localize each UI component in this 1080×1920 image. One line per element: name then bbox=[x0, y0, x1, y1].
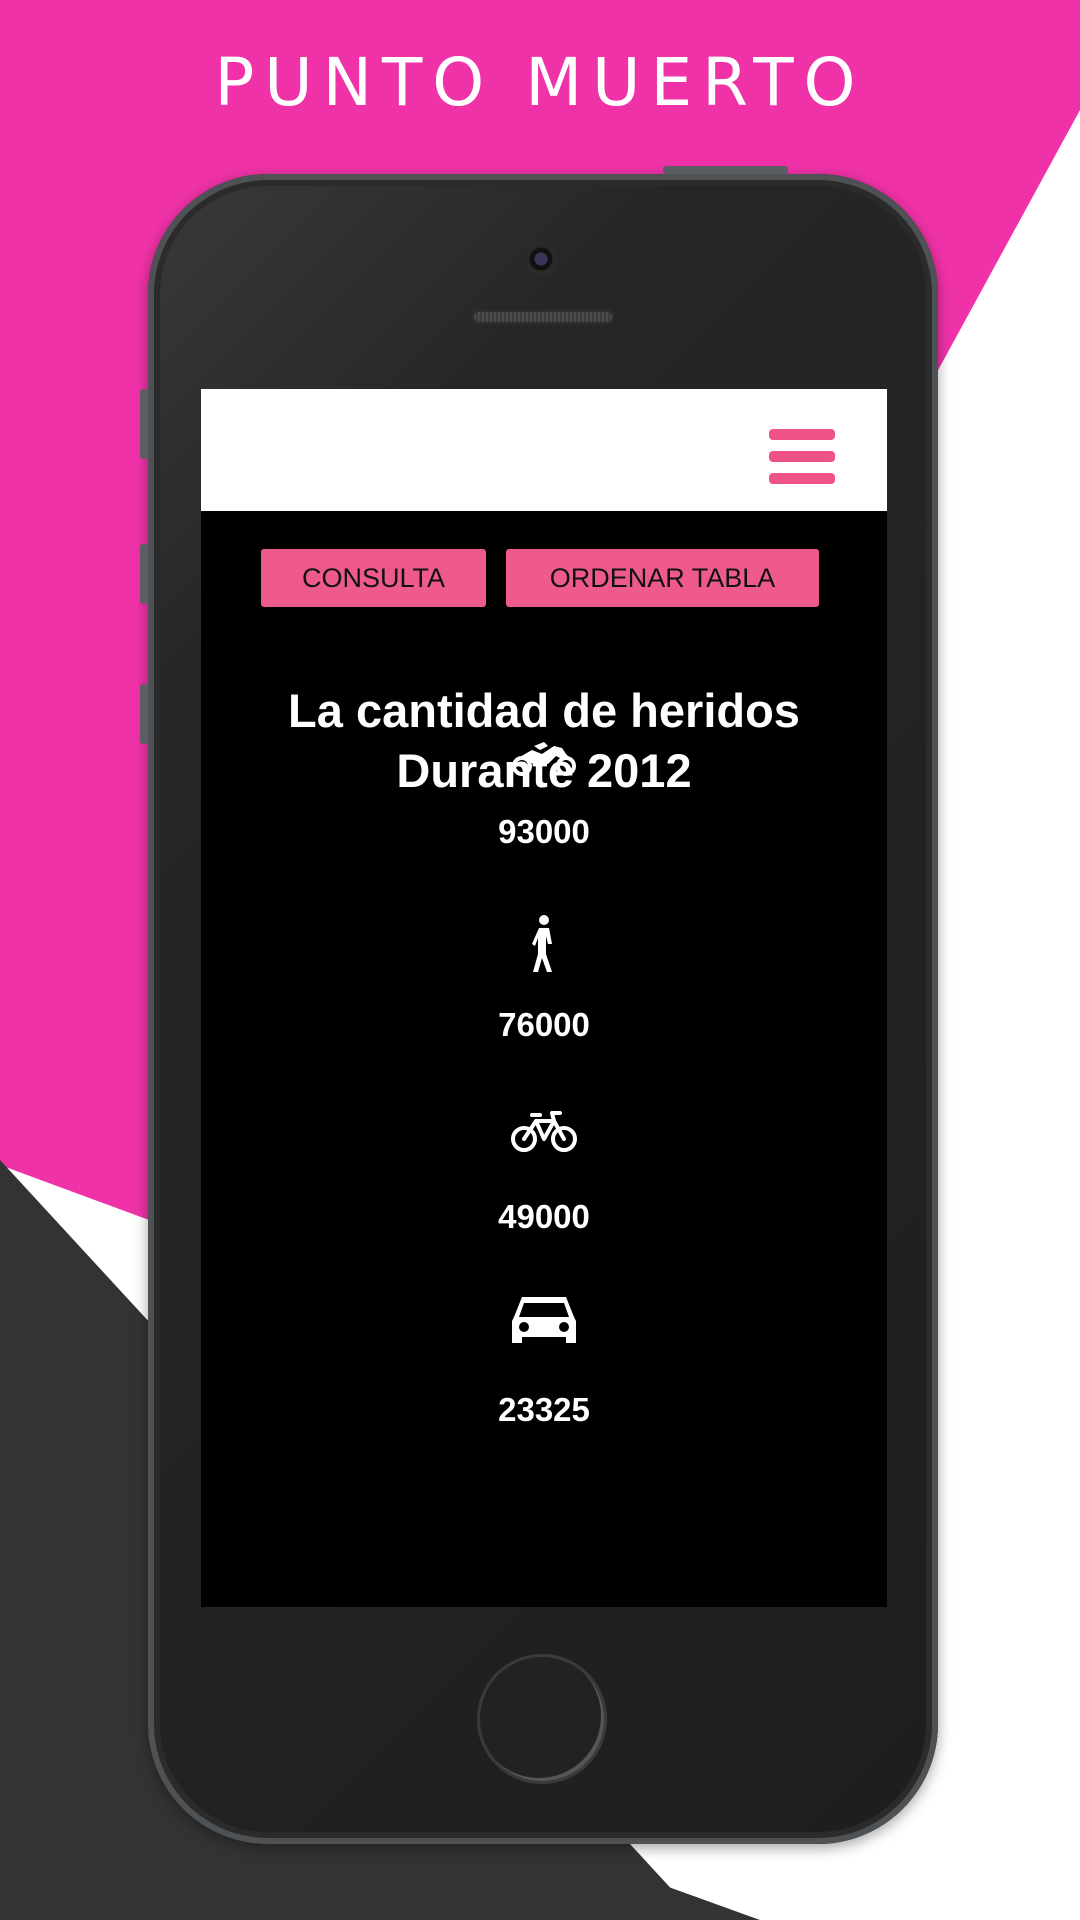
home-button[interactable] bbox=[477, 1654, 607, 1784]
car-icon bbox=[512, 1297, 576, 1343]
car-injured-count: 23325 bbox=[498, 1391, 590, 1428]
bicycle-icon bbox=[511, 1111, 577, 1152]
motorcycle-icon bbox=[512, 742, 576, 776]
volume-up-button bbox=[140, 544, 148, 604]
front-camera bbox=[524, 242, 558, 276]
volume-down-button bbox=[140, 684, 148, 744]
hamburger-menu-icon[interactable] bbox=[769, 429, 835, 485]
power-button bbox=[663, 166, 788, 174]
phone-screen: CONSULTA ORDENAR TABLA La cantidad de he… bbox=[201, 389, 887, 1607]
earpiece-speaker bbox=[472, 310, 614, 324]
bicycle-injured-count: 49000 bbox=[498, 1198, 590, 1235]
motorcycle-injured-count: 93000 bbox=[498, 813, 590, 850]
query-button[interactable]: CONSULTA bbox=[261, 549, 486, 607]
poster-title: PUNTO MUERTO bbox=[214, 44, 866, 121]
app-header bbox=[201, 389, 887, 511]
mute-switch bbox=[140, 389, 148, 459]
sort-table-button[interactable]: ORDENAR TABLA bbox=[506, 549, 819, 607]
pedestrian-icon bbox=[532, 915, 552, 972]
pedestrian-injured-count: 76000 bbox=[498, 1006, 590, 1043]
phone-mockup: CONSULTA ORDENAR TABLA La cantidad de he… bbox=[140, 166, 938, 1844]
